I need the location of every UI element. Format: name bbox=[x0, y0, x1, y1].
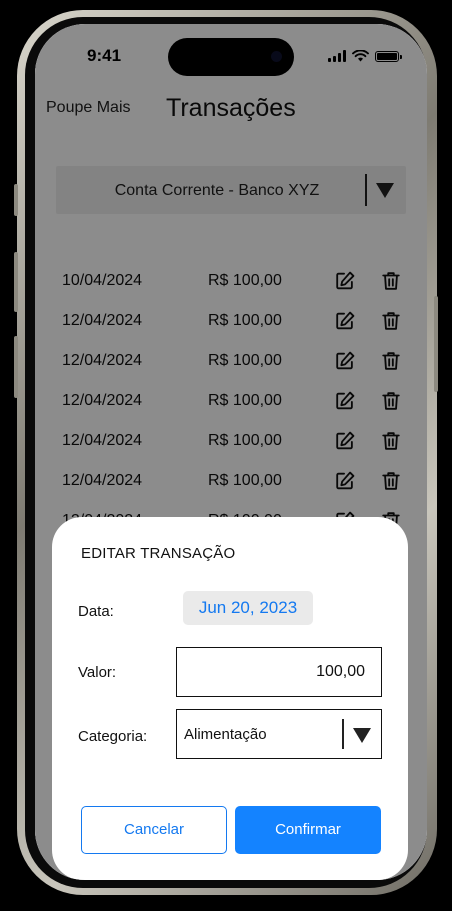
value-label: Valor: bbox=[78, 664, 117, 681]
date-label: Data: bbox=[78, 603, 114, 620]
screen: 9:41 Poupe Mais Transações Conta Corrent… bbox=[35, 24, 427, 880]
confirm-button[interactable]: Confirmar bbox=[235, 806, 381, 854]
category-label: Categoria: bbox=[78, 728, 148, 745]
side-button-mute bbox=[14, 184, 18, 216]
side-button-volume-up bbox=[14, 252, 18, 312]
value-input-text: 100,00 bbox=[316, 663, 365, 680]
category-select[interactable]: Alimentação bbox=[176, 709, 382, 759]
date-picker[interactable]: Jun 20, 2023 bbox=[183, 591, 313, 625]
value-input[interactable]: 100,00 bbox=[176, 647, 382, 697]
edit-transaction-modal: EDITAR TRANSAÇÃO Data: Jun 20, 2023 Valo… bbox=[52, 517, 408, 880]
side-button-volume-down bbox=[14, 336, 18, 398]
chevron-down-icon bbox=[353, 728, 371, 743]
cancel-button[interactable]: Cancelar bbox=[81, 806, 227, 854]
category-select-value: Alimentação bbox=[184, 726, 267, 743]
select-divider bbox=[342, 719, 344, 749]
modal-title: EDITAR TRANSAÇÃO bbox=[81, 545, 236, 562]
side-button-power bbox=[434, 296, 438, 392]
